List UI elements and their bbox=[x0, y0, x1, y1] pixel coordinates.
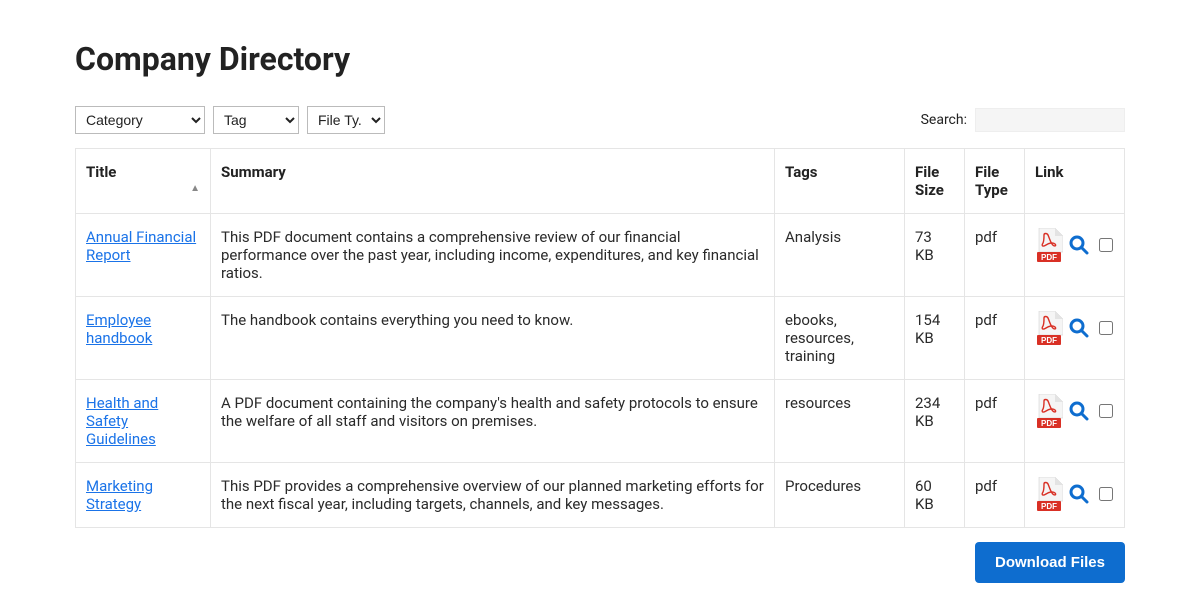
col-title-label: Title bbox=[86, 163, 116, 181]
link-cell: PDF bbox=[1035, 311, 1114, 345]
document-title-link[interactable]: Annual Financial Report bbox=[86, 228, 196, 264]
document-filetype: pdf bbox=[965, 380, 1025, 463]
document-summary: The handbook contains everything you nee… bbox=[211, 297, 775, 380]
preview-icon[interactable] bbox=[1069, 318, 1089, 338]
svg-text:PDF: PDF bbox=[1041, 502, 1057, 511]
filters: Category Tag File Ty... bbox=[75, 106, 385, 134]
table-header-row: Title ▲ Summary Tags File Size File Type… bbox=[76, 149, 1125, 214]
col-title-header[interactable]: Title ▲ bbox=[76, 149, 211, 214]
document-filesize: 73 KB bbox=[905, 214, 965, 297]
preview-icon[interactable] bbox=[1069, 235, 1089, 255]
document-title-link[interactable]: Marketing Strategy bbox=[86, 477, 153, 513]
document-title-link[interactable]: Employee handbook bbox=[86, 311, 152, 347]
table-footer: Download Files bbox=[75, 542, 1125, 583]
svg-text:PDF: PDF bbox=[1041, 336, 1057, 345]
pdf-icon[interactable]: PDF bbox=[1035, 394, 1063, 428]
table-row: Annual Financial Report This PDF document… bbox=[76, 214, 1125, 297]
pdf-icon[interactable]: PDF bbox=[1035, 311, 1063, 345]
document-title-link[interactable]: Health and Safety Guidelines bbox=[86, 394, 158, 448]
pdf-icon[interactable]: PDF bbox=[1035, 477, 1063, 511]
document-tags: Analysis bbox=[775, 214, 905, 297]
table-row: Health and Safety Guidelines A PDF docume… bbox=[76, 380, 1125, 463]
link-cell: PDF bbox=[1035, 477, 1114, 511]
sort-asc-icon: ▲ bbox=[190, 183, 200, 194]
document-filetype: pdf bbox=[965, 297, 1025, 380]
row-select-checkbox[interactable] bbox=[1099, 321, 1113, 335]
svg-text:PDF: PDF bbox=[1041, 253, 1057, 262]
col-summary-header[interactable]: Summary bbox=[211, 149, 775, 214]
document-filesize: 234 KB bbox=[905, 380, 965, 463]
document-filesize: 154 KB bbox=[905, 297, 965, 380]
document-summary: This PDF document contains a comprehensi… bbox=[211, 214, 775, 297]
col-filetype-header[interactable]: File Type bbox=[965, 149, 1025, 214]
search-box: Search: bbox=[921, 108, 1125, 132]
preview-icon[interactable] bbox=[1069, 484, 1089, 504]
tag-select[interactable]: Tag bbox=[213, 106, 299, 134]
document-tags: resources bbox=[775, 380, 905, 463]
search-label: Search: bbox=[921, 112, 967, 128]
col-link-header: Link bbox=[1025, 149, 1125, 214]
svg-text:PDF: PDF bbox=[1041, 419, 1057, 428]
filetype-select[interactable]: File Ty... bbox=[307, 106, 385, 134]
search-input[interactable] bbox=[975, 108, 1125, 132]
row-select-checkbox[interactable] bbox=[1099, 238, 1113, 252]
preview-icon[interactable] bbox=[1069, 401, 1089, 421]
table-row: Employee handbook The handbook contains e… bbox=[76, 297, 1125, 380]
row-select-checkbox[interactable] bbox=[1099, 487, 1113, 501]
category-select[interactable]: Category bbox=[75, 106, 205, 134]
col-filesize-header[interactable]: File Size bbox=[905, 149, 965, 214]
documents-table: Title ▲ Summary Tags File Size File Type… bbox=[75, 148, 1125, 528]
controls-bar: Category Tag File Ty... Search: bbox=[75, 106, 1125, 134]
page-title: Company Directory bbox=[75, 40, 1125, 78]
document-filetype: pdf bbox=[965, 214, 1025, 297]
link-cell: PDF bbox=[1035, 228, 1114, 262]
document-summary: A PDF document containing the company's … bbox=[211, 380, 775, 463]
pdf-icon[interactable]: PDF bbox=[1035, 228, 1063, 262]
row-select-checkbox[interactable] bbox=[1099, 404, 1113, 418]
document-tags: ebooks, resources, training bbox=[775, 297, 905, 380]
link-cell: PDF bbox=[1035, 394, 1114, 428]
download-files-button[interactable]: Download Files bbox=[975, 542, 1125, 583]
col-tags-header[interactable]: Tags bbox=[775, 149, 905, 214]
